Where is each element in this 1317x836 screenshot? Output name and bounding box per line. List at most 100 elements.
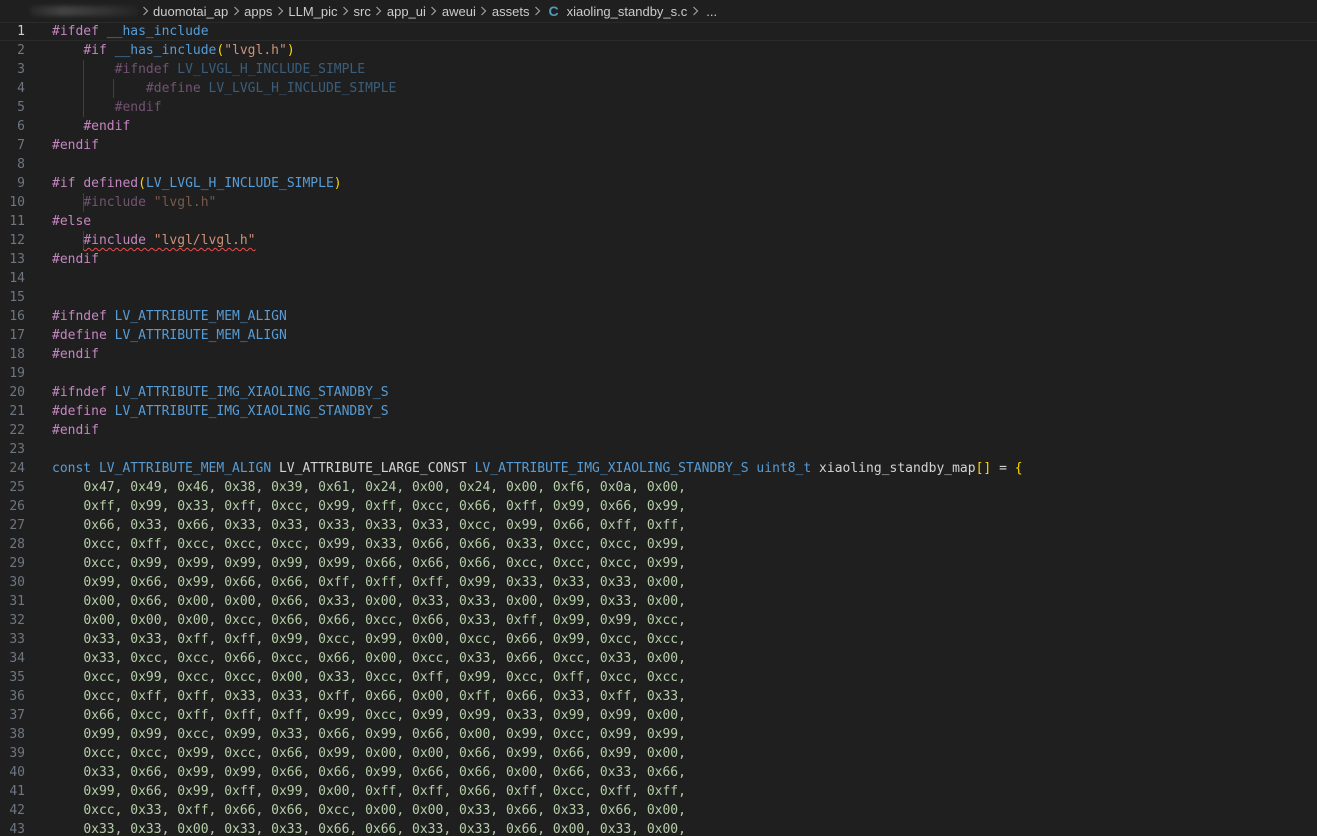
code-line[interactable]: 16 #ifndef LV_ATTRIBUTE_MEM_ALIGN bbox=[0, 307, 1317, 326]
line-number[interactable]: 17 bbox=[0, 326, 25, 345]
line-number[interactable]: 31 bbox=[0, 592, 25, 611]
line-number[interactable]: 7 bbox=[0, 136, 25, 155]
code-line[interactable]: 34 0x33, 0xcc, 0xcc, 0x66, 0xcc, 0x66, 0… bbox=[0, 649, 1317, 668]
code-line[interactable]: 41 0x99, 0x66, 0x99, 0xff, 0x99, 0x00, 0… bbox=[0, 782, 1317, 801]
code-line[interactable]: 39 0xcc, 0xcc, 0x99, 0xcc, 0x66, 0x99, 0… bbox=[0, 744, 1317, 763]
breadcrumb-item-apps[interactable]: apps bbox=[243, 4, 273, 19]
code-line[interactable]: 3 #ifndef LV_LVGL_H_INCLUDE_SIMPLE bbox=[0, 60, 1317, 79]
line-number[interactable]: 9 bbox=[0, 174, 25, 193]
code-line[interactable]: 21 #define LV_ATTRIBUTE_IMG_XIAOLING_STAN… bbox=[0, 402, 1317, 421]
line-number[interactable]: 14 bbox=[0, 269, 25, 288]
breadcrumb-item-assets[interactable]: assets bbox=[491, 4, 531, 19]
line-number[interactable]: 15 bbox=[0, 288, 25, 307]
code-line[interactable]: 19 bbox=[0, 364, 1317, 383]
code-line[interactable]: 11 #else bbox=[0, 212, 1317, 231]
line-number[interactable]: 8 bbox=[0, 155, 25, 174]
breadcrumb-item-aweui[interactable]: aweui bbox=[441, 4, 477, 19]
code-line[interactable]: 14 bbox=[0, 269, 1317, 288]
code-line[interactable]: 5 #endif bbox=[0, 98, 1317, 117]
code-line[interactable]: 33 0x33, 0x33, 0xff, 0xff, 0x99, 0xcc, 0… bbox=[0, 630, 1317, 649]
line-number[interactable]: 37 bbox=[0, 706, 25, 725]
code-line[interactable]: 2 #if __has_include("lvgl.h") bbox=[0, 41, 1317, 60]
breadcrumb-item-file[interactable]: xiaoling_standby_s.c bbox=[566, 4, 689, 19]
line-number[interactable]: 19 bbox=[0, 364, 25, 383]
line-number[interactable]: 32 bbox=[0, 611, 25, 630]
line-number[interactable]: 27 bbox=[0, 516, 25, 535]
code-line[interactable]: 13 #endif bbox=[0, 250, 1317, 269]
code-line[interactable]: 10 #include "lvgl.h" bbox=[0, 193, 1317, 212]
code-line[interactable]: 43 0x33, 0x33, 0x00, 0x33, 0x33, 0x66, 0… bbox=[0, 820, 1317, 836]
line-number[interactable]: 38 bbox=[0, 725, 25, 744]
line-number[interactable]: 30 bbox=[0, 573, 25, 592]
line-number[interactable]: 35 bbox=[0, 668, 25, 687]
code-line[interactable]: 8 bbox=[0, 155, 1317, 174]
code-line[interactable]: 4 #define LV_LVGL_H_INCLUDE_SIMPLE bbox=[0, 79, 1317, 98]
line-number[interactable]: 10 bbox=[0, 193, 25, 212]
code-line[interactable]: 27 0x66, 0x33, 0x66, 0x33, 0x33, 0x33, 0… bbox=[0, 516, 1317, 535]
code-line[interactable]: 35 0xcc, 0x99, 0xcc, 0xcc, 0x00, 0x33, 0… bbox=[0, 668, 1317, 687]
line-number[interactable]: 23 bbox=[0, 440, 25, 459]
line-number[interactable]: 28 bbox=[0, 535, 25, 554]
breadcrumb-symbol-ellipsis[interactable]: ... bbox=[705, 4, 718, 19]
line-number[interactable]: 6 bbox=[0, 117, 25, 136]
line-number[interactable]: 18 bbox=[0, 345, 25, 364]
code-line[interactable]: 37 0x66, 0xcc, 0xff, 0xff, 0xff, 0x99, 0… bbox=[0, 706, 1317, 725]
line-number[interactable]: 40 bbox=[0, 763, 25, 782]
line-number[interactable]: 29 bbox=[0, 554, 25, 573]
line-number[interactable]: 36 bbox=[0, 687, 25, 706]
line-number[interactable]: 21 bbox=[0, 402, 25, 421]
code-line[interactable]: 7 #endif bbox=[0, 136, 1317, 155]
breadcrumb-item-llm-pic[interactable]: LLM_pic bbox=[287, 4, 338, 19]
code-line[interactable]: 9 #if defined(LV_LVGL_H_INCLUDE_SIMPLE) bbox=[0, 174, 1317, 193]
code-line[interactable]: 23 bbox=[0, 440, 1317, 459]
code-line[interactable]: 22 #endif bbox=[0, 421, 1317, 440]
code-line[interactable]: 42 0xcc, 0x33, 0xff, 0x66, 0x66, 0xcc, 0… bbox=[0, 801, 1317, 820]
line-number[interactable]: 3 bbox=[0, 60, 25, 79]
line-number[interactable]: 24 bbox=[0, 459, 25, 478]
code-line[interactable]: 15 bbox=[0, 288, 1317, 307]
code-line[interactable]: 24 const LV_ATTRIBUTE_MEM_ALIGN LV_ATTRIB… bbox=[0, 459, 1317, 478]
line-number[interactable]: 20 bbox=[0, 383, 25, 402]
code-line[interactable]: 18 #endif bbox=[0, 345, 1317, 364]
line-number[interactable]: 13 bbox=[0, 250, 25, 269]
code-line[interactable]: 30 0x99, 0x66, 0x99, 0x66, 0x66, 0xff, 0… bbox=[0, 573, 1317, 592]
code-line[interactable]: 40 0x33, 0x66, 0x99, 0x99, 0x66, 0x66, 0… bbox=[0, 763, 1317, 782]
hex-byte-values: 0x00, 0x00, 0x00, 0xcc, 0x66, 0x66, 0xcc… bbox=[83, 613, 686, 628]
code-line[interactable]: 20 #ifndef LV_ATTRIBUTE_IMG_XIAOLING_STAN… bbox=[0, 383, 1317, 402]
code-line[interactable]: 12 #include "lvgl/lvgl.h" bbox=[0, 231, 1317, 250]
breadcrumb-item-src[interactable]: src bbox=[353, 4, 372, 19]
code-line[interactable]: 32 0x00, 0x00, 0x00, 0xcc, 0x66, 0x66, 0… bbox=[0, 611, 1317, 630]
line-number[interactable]: 11 bbox=[0, 212, 25, 231]
line-number[interactable]: 25 bbox=[0, 478, 25, 497]
code-line[interactable]: 36 0xcc, 0xff, 0xff, 0x33, 0x33, 0xff, 0… bbox=[0, 687, 1317, 706]
code-line[interactable]: 29 0xcc, 0x99, 0x99, 0x99, 0x99, 0x99, 0… bbox=[0, 554, 1317, 573]
line-number[interactable]: 33 bbox=[0, 630, 25, 649]
line-number[interactable]: 5 bbox=[0, 98, 25, 117]
line-number[interactable]: 4 bbox=[0, 79, 25, 98]
line-number[interactable]: 16 bbox=[0, 307, 25, 326]
code-line[interactable]: 6 #endif bbox=[0, 117, 1317, 136]
line-number[interactable]: 22 bbox=[0, 421, 25, 440]
code-line[interactable]: 31 0x00, 0x66, 0x00, 0x00, 0x66, 0x33, 0… bbox=[0, 592, 1317, 611]
code-token: __has_include bbox=[114, 43, 217, 58]
line-number[interactable]: 26 bbox=[0, 497, 25, 516]
line-number[interactable]: 42 bbox=[0, 801, 25, 820]
code-line[interactable]: 28 0xcc, 0xff, 0xcc, 0xcc, 0xcc, 0x99, 0… bbox=[0, 535, 1317, 554]
code-line[interactable]: 1 #ifdef __has_include bbox=[0, 22, 1317, 41]
line-number[interactable]: 43 bbox=[0, 820, 25, 836]
breadcrumb-item-duomotai-ap[interactable]: duomotai_ap bbox=[152, 4, 229, 19]
code-line[interactable]: 25 0x47, 0x49, 0x46, 0x38, 0x39, 0x61, 0… bbox=[0, 478, 1317, 497]
code-line[interactable]: 26 0xff, 0x99, 0x33, 0xff, 0xcc, 0x99, 0… bbox=[0, 497, 1317, 516]
breadcrumb-item-app-ui[interactable]: app_ui bbox=[386, 4, 427, 19]
line-number[interactable]: 41 bbox=[0, 782, 25, 801]
line-number[interactable]: 34 bbox=[0, 649, 25, 668]
code-token: ) bbox=[333, 176, 342, 191]
code-line[interactable]: 38 0x99, 0x99, 0xcc, 0x99, 0x33, 0x66, 0… bbox=[0, 725, 1317, 744]
code-editor[interactable]: 1 #ifdef __has_include 2 #if __has_include… bbox=[0, 22, 1317, 836]
code-line[interactable]: 17 #define LV_ATTRIBUTE_MEM_ALIGN bbox=[0, 326, 1317, 345]
chevron-right-icon bbox=[427, 6, 441, 16]
line-number[interactable]: 39 bbox=[0, 744, 25, 763]
line-number[interactable]: 2 bbox=[0, 41, 25, 60]
line-number[interactable]: 1 bbox=[0, 22, 25, 41]
line-number[interactable]: 12 bbox=[0, 231, 25, 250]
